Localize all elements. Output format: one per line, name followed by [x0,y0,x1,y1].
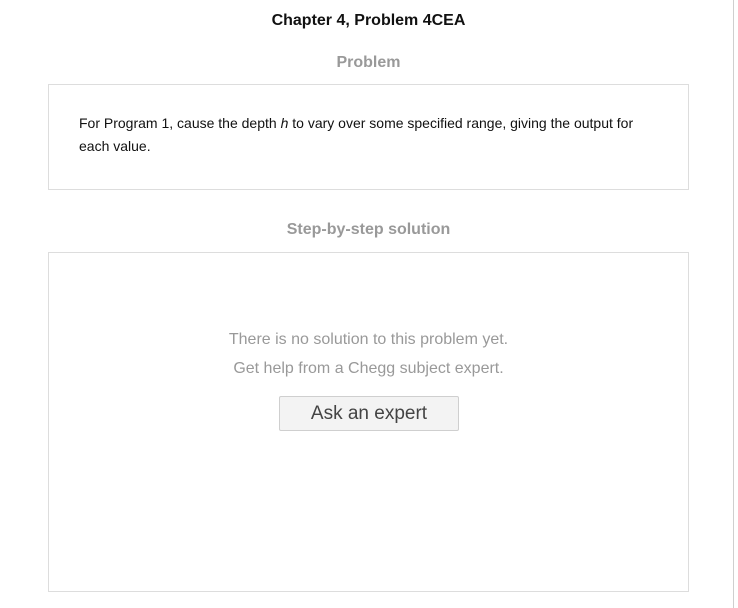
problem-text-start: For Program 1, cause the depth [79,115,281,131]
expert-help-message: Get help from a Chegg subject expert. [233,360,504,377]
no-solution-message: There is no solution to this problem yet… [228,331,509,348]
problem-text: For Program 1, cause the depth h to vary… [79,112,664,158]
problem-box: For Program 1, cause the depth h to vary… [48,84,689,190]
page-container: Chapter 4, Problem 4CEA Problem For Prog… [0,0,734,608]
problem-heading: Problem [336,54,401,71]
solution-heading: Step-by-step solution [286,221,451,238]
ask-expert-button[interactable]: Ask an expert [279,396,459,431]
page-title: Chapter 4, Problem 4CEA [271,12,466,29]
solution-box: There is no solution to this problem yet… [48,252,689,592]
